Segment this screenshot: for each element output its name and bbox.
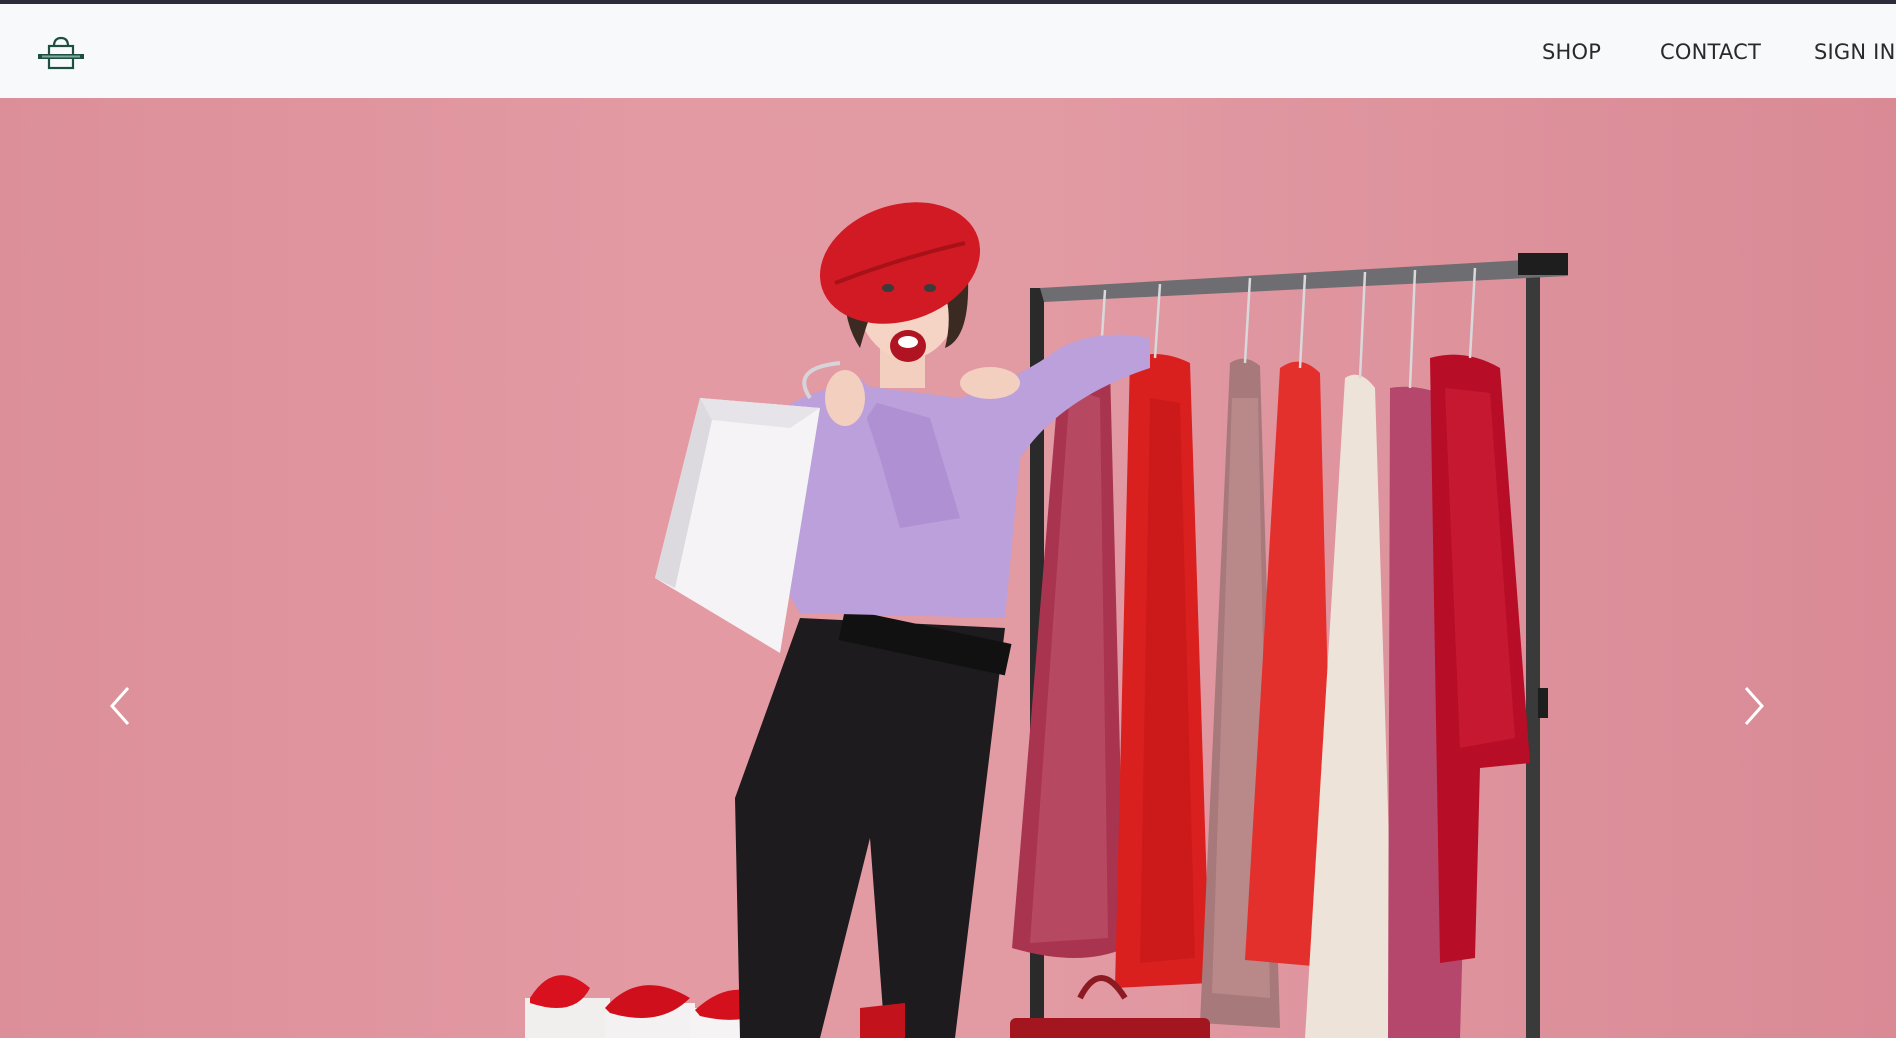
carousel-next-button[interactable] <box>1728 668 1778 738</box>
nav-shop-link[interactable]: SHOP <box>1542 40 1601 64</box>
shopping-bag-logo-icon <box>38 36 84 70</box>
chevron-left-icon <box>109 687 130 725</box>
nav-contact-link[interactable]: CONTACT <box>1660 40 1761 64</box>
logo[interactable] <box>36 34 86 74</box>
dresses <box>1012 354 1530 1038</box>
carousel-prev-button[interactable] <box>96 668 146 738</box>
chevron-right-icon <box>1744 687 1765 725</box>
navbar: SHOP CONTACT SIGN IN <box>0 4 1896 98</box>
hero-image <box>525 202 1568 1038</box>
hero-carousel <box>0 98 1896 1038</box>
nav-sign-in-link[interactable]: SIGN IN <box>1814 40 1895 64</box>
